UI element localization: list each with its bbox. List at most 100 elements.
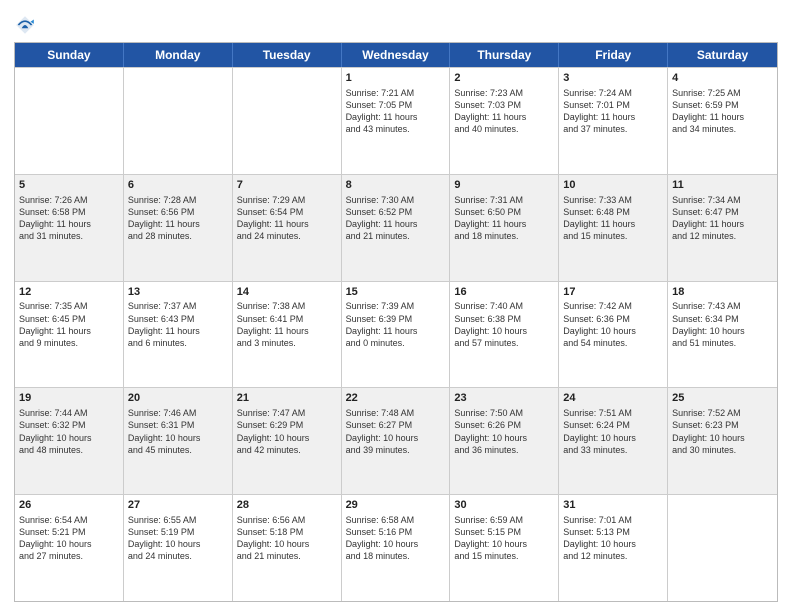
calendar-cell: 24Sunrise: 7:51 AM Sunset: 6:24 PM Dayli… [559,388,668,494]
weekday-header: Tuesday [233,43,342,67]
cell-text: Sunrise: 7:52 AM Sunset: 6:23 PM Dayligh… [672,407,773,456]
calendar-cell: 28Sunrise: 6:56 AM Sunset: 5:18 PM Dayli… [233,495,342,601]
calendar-cell: 15Sunrise: 7:39 AM Sunset: 6:39 PM Dayli… [342,282,451,388]
cell-text: Sunrise: 7:48 AM Sunset: 6:27 PM Dayligh… [346,407,446,456]
calendar-row: 1Sunrise: 7:21 AM Sunset: 7:05 PM Daylig… [15,67,777,174]
cell-text: Sunrise: 7:34 AM Sunset: 6:47 PM Dayligh… [672,194,773,243]
day-number: 25 [672,391,773,406]
logo [14,14,40,36]
day-number: 30 [454,498,554,513]
cell-text: Sunrise: 7:29 AM Sunset: 6:54 PM Dayligh… [237,194,337,243]
day-number: 10 [563,178,663,193]
calendar-cell: 13Sunrise: 7:37 AM Sunset: 6:43 PM Dayli… [124,282,233,388]
calendar-row: 12Sunrise: 7:35 AM Sunset: 6:45 PM Dayli… [15,281,777,388]
calendar-cell [124,68,233,174]
day-number: 26 [19,498,119,513]
cell-text: Sunrise: 7:28 AM Sunset: 6:56 PM Dayligh… [128,194,228,243]
day-number: 7 [237,178,337,193]
calendar-cell: 8Sunrise: 7:30 AM Sunset: 6:52 PM Daylig… [342,175,451,281]
calendar-cell: 2Sunrise: 7:23 AM Sunset: 7:03 PM Daylig… [450,68,559,174]
calendar-cell: 23Sunrise: 7:50 AM Sunset: 6:26 PM Dayli… [450,388,559,494]
cell-text: Sunrise: 7:21 AM Sunset: 7:05 PM Dayligh… [346,87,446,136]
cell-text: Sunrise: 7:31 AM Sunset: 6:50 PM Dayligh… [454,194,554,243]
day-number: 1 [346,71,446,86]
cell-text: Sunrise: 7:24 AM Sunset: 7:01 PM Dayligh… [563,87,663,136]
calendar-cell: 6Sunrise: 7:28 AM Sunset: 6:56 PM Daylig… [124,175,233,281]
cell-text: Sunrise: 7:50 AM Sunset: 6:26 PM Dayligh… [454,407,554,456]
day-number: 12 [19,285,119,300]
calendar-cell: 20Sunrise: 7:46 AM Sunset: 6:31 PM Dayli… [124,388,233,494]
calendar-cell: 22Sunrise: 7:48 AM Sunset: 6:27 PM Dayli… [342,388,451,494]
cell-text: Sunrise: 6:54 AM Sunset: 5:21 PM Dayligh… [19,514,119,563]
calendar-cell: 3Sunrise: 7:24 AM Sunset: 7:01 PM Daylig… [559,68,668,174]
calendar-cell: 17Sunrise: 7:42 AM Sunset: 6:36 PM Dayli… [559,282,668,388]
weekday-header: Saturday [668,43,777,67]
day-number: 22 [346,391,446,406]
calendar: SundayMondayTuesdayWednesdayThursdayFrid… [14,42,778,602]
calendar-cell: 1Sunrise: 7:21 AM Sunset: 7:05 PM Daylig… [342,68,451,174]
day-number: 11 [672,178,773,193]
day-number: 21 [237,391,337,406]
day-number: 17 [563,285,663,300]
cell-text: Sunrise: 7:25 AM Sunset: 6:59 PM Dayligh… [672,87,773,136]
day-number: 20 [128,391,228,406]
cell-text: Sunrise: 6:56 AM Sunset: 5:18 PM Dayligh… [237,514,337,563]
day-number: 31 [563,498,663,513]
calendar-cell: 25Sunrise: 7:52 AM Sunset: 6:23 PM Dayli… [668,388,777,494]
cell-text: Sunrise: 7:44 AM Sunset: 6:32 PM Dayligh… [19,407,119,456]
weekday-header: Wednesday [342,43,451,67]
day-number: 8 [346,178,446,193]
day-number: 19 [19,391,119,406]
day-number: 5 [19,178,119,193]
calendar-cell [233,68,342,174]
calendar-cell: 30Sunrise: 6:59 AM Sunset: 5:15 PM Dayli… [450,495,559,601]
calendar-cell [668,495,777,601]
weekday-header: Friday [559,43,668,67]
day-number: 3 [563,71,663,86]
calendar-header: SundayMondayTuesdayWednesdayThursdayFrid… [15,43,777,67]
cell-text: Sunrise: 7:38 AM Sunset: 6:41 PM Dayligh… [237,300,337,349]
calendar-cell: 21Sunrise: 7:47 AM Sunset: 6:29 PM Dayli… [233,388,342,494]
calendar-row: 26Sunrise: 6:54 AM Sunset: 5:21 PM Dayli… [15,494,777,601]
cell-text: Sunrise: 7:39 AM Sunset: 6:39 PM Dayligh… [346,300,446,349]
cell-text: Sunrise: 7:51 AM Sunset: 6:24 PM Dayligh… [563,407,663,456]
cell-text: Sunrise: 7:30 AM Sunset: 6:52 PM Dayligh… [346,194,446,243]
calendar-body: 1Sunrise: 7:21 AM Sunset: 7:05 PM Daylig… [15,67,777,601]
cell-text: Sunrise: 7:47 AM Sunset: 6:29 PM Dayligh… [237,407,337,456]
cell-text: Sunrise: 7:37 AM Sunset: 6:43 PM Dayligh… [128,300,228,349]
calendar-cell: 29Sunrise: 6:58 AM Sunset: 5:16 PM Dayli… [342,495,451,601]
cell-text: Sunrise: 6:55 AM Sunset: 5:19 PM Dayligh… [128,514,228,563]
day-number: 14 [237,285,337,300]
cell-text: Sunrise: 7:46 AM Sunset: 6:31 PM Dayligh… [128,407,228,456]
day-number: 29 [346,498,446,513]
calendar-cell: 27Sunrise: 6:55 AM Sunset: 5:19 PM Dayli… [124,495,233,601]
day-number: 6 [128,178,228,193]
weekday-header: Monday [124,43,233,67]
logo-icon [14,14,36,36]
calendar-cell: 16Sunrise: 7:40 AM Sunset: 6:38 PM Dayli… [450,282,559,388]
day-number: 28 [237,498,337,513]
day-number: 16 [454,285,554,300]
calendar-cell: 26Sunrise: 6:54 AM Sunset: 5:21 PM Dayli… [15,495,124,601]
calendar-row: 19Sunrise: 7:44 AM Sunset: 6:32 PM Dayli… [15,387,777,494]
calendar-row: 5Sunrise: 7:26 AM Sunset: 6:58 PM Daylig… [15,174,777,281]
calendar-cell: 9Sunrise: 7:31 AM Sunset: 6:50 PM Daylig… [450,175,559,281]
calendar-cell: 31Sunrise: 7:01 AM Sunset: 5:13 PM Dayli… [559,495,668,601]
cell-text: Sunrise: 7:35 AM Sunset: 6:45 PM Dayligh… [19,300,119,349]
header [14,10,778,36]
day-number: 18 [672,285,773,300]
calendar-cell: 4Sunrise: 7:25 AM Sunset: 6:59 PM Daylig… [668,68,777,174]
weekday-header: Sunday [15,43,124,67]
calendar-cell [15,68,124,174]
calendar-cell: 12Sunrise: 7:35 AM Sunset: 6:45 PM Dayli… [15,282,124,388]
calendar-cell: 10Sunrise: 7:33 AM Sunset: 6:48 PM Dayli… [559,175,668,281]
cell-text: Sunrise: 7:01 AM Sunset: 5:13 PM Dayligh… [563,514,663,563]
cell-text: Sunrise: 7:43 AM Sunset: 6:34 PM Dayligh… [672,300,773,349]
cell-text: Sunrise: 7:23 AM Sunset: 7:03 PM Dayligh… [454,87,554,136]
calendar-cell: 19Sunrise: 7:44 AM Sunset: 6:32 PM Dayli… [15,388,124,494]
cell-text: Sunrise: 7:40 AM Sunset: 6:38 PM Dayligh… [454,300,554,349]
day-number: 15 [346,285,446,300]
calendar-cell: 11Sunrise: 7:34 AM Sunset: 6:47 PM Dayli… [668,175,777,281]
cell-text: Sunrise: 6:58 AM Sunset: 5:16 PM Dayligh… [346,514,446,563]
calendar-cell: 7Sunrise: 7:29 AM Sunset: 6:54 PM Daylig… [233,175,342,281]
